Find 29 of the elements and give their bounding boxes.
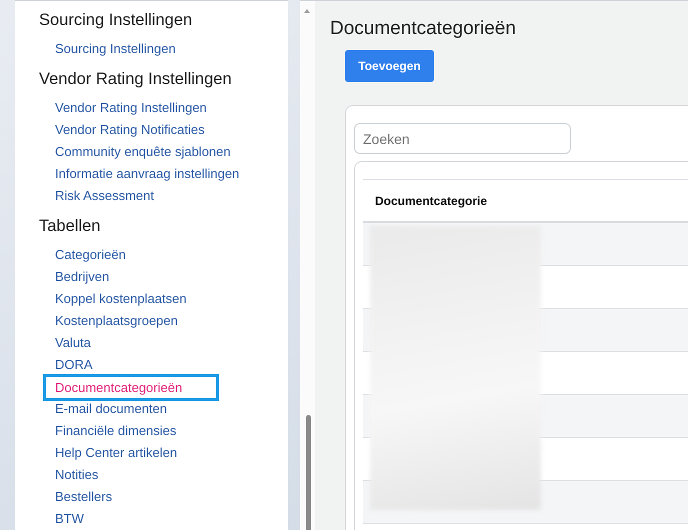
sidebar-link[interactable]: Vendor Rating Instellingen [43, 97, 219, 119]
sidebar-link[interactable]: Categorieën [43, 244, 219, 266]
add-button[interactable]: Toevoegen [345, 50, 434, 82]
sidebar-link[interactable]: Documentcategorieën [43, 374, 219, 401]
scrollbar[interactable] [300, 0, 315, 530]
page-title: Documentcategorieën [330, 17, 517, 41]
section-heading: Vendor Rating Instellingen [39, 69, 232, 90]
sidebar-link[interactable]: Bestellers [43, 486, 219, 508]
sidebar-link[interactable]: Help Center artikelen [43, 442, 219, 464]
section-heading: Tabellen [39, 216, 100, 237]
sidebar-link[interactable]: Informatie aanvraag instellingen [43, 163, 252, 185]
search-field[interactable]: Zoeken [354, 123, 571, 154]
sidebar-link[interactable]: DORA [43, 354, 219, 376]
sidebar-link[interactable]: Sourcing Instellingen [43, 38, 219, 60]
sidebar-link[interactable]: Notities [43, 464, 219, 486]
sidebar-link[interactable]: Risk Assessment [43, 185, 219, 207]
sidebar-link[interactable]: Community enquête sjablonen [43, 141, 243, 163]
sidebar-link[interactable]: Kostenplaatsgroepen [43, 310, 219, 332]
sidebar-link[interactable]: BTW [43, 508, 219, 530]
sidebar-link[interactable]: E-mail documenten [43, 398, 219, 420]
sidebar-link[interactable]: Koppel kostenplaatsen [43, 288, 219, 310]
sidebar-link[interactable]: Valuta [43, 332, 219, 354]
sidebar-link[interactable]: Vendor Rating Notificaties [43, 119, 219, 141]
section-heading: Sourcing Instellingen [39, 10, 192, 31]
column-header: Documentcategorie [374, 194, 488, 208]
scroll-up-icon[interactable] [304, 9, 310, 13]
sidebar-link[interactable]: Financiële dimensies [43, 420, 219, 442]
scrollbar-thumb[interactable] [306, 415, 311, 530]
sidebar-link[interactable]: Bedrijven [43, 266, 219, 288]
